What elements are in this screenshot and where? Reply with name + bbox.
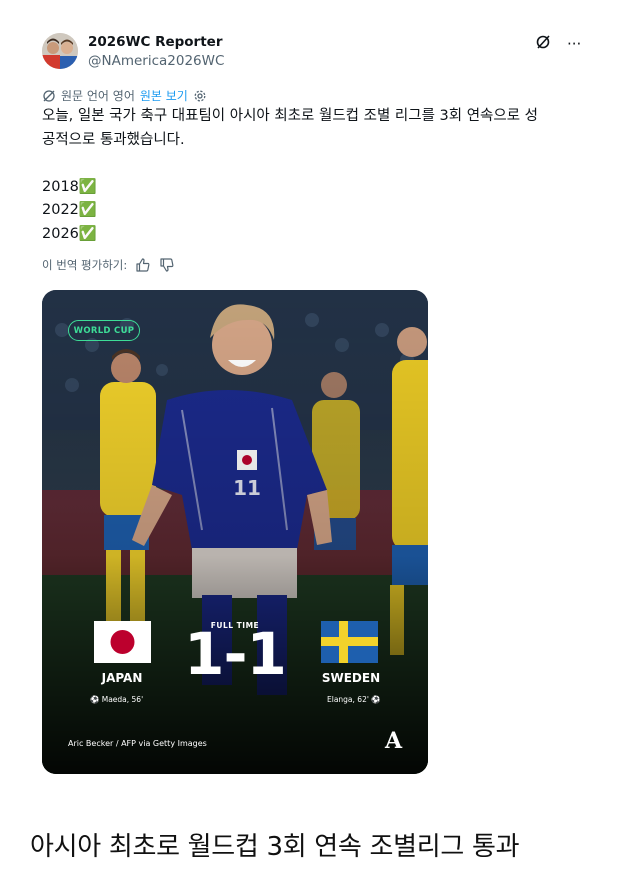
sweden-scorer: Elanga, 62' ⚽	[327, 695, 381, 704]
rate-translation: 이 번역 평가하기:	[42, 257, 175, 273]
translation-notice: 원문 언어 영어 원본 보기	[42, 87, 207, 104]
article-headline: 아시아 최초로 월드컵 3회 연속 조별리그 통과	[30, 832, 520, 862]
team-sweden-label: SWEDEN	[321, 671, 381, 685]
grok-icon[interactable]	[535, 34, 551, 53]
author-avatar[interactable]	[42, 33, 78, 69]
japan-scorer: ⚽ Maeda, 56'	[90, 695, 144, 704]
translation-note: 원문 언어 영어	[61, 89, 135, 103]
rate-translation-label: 이 번역 평가하기:	[42, 258, 128, 272]
avatar-image	[42, 33, 78, 69]
show-original-link[interactable]: 원본 보기	[140, 87, 188, 104]
tweet-media-image[interactable]: 11 WORLD CUP FULL TIME 1-1 JAP	[42, 290, 428, 774]
tweet-text: 오늘, 일본 국가 축구 대표팀이 아시아 최초로 월드컵 조별 리그를 3회 …	[42, 108, 539, 242]
sweden-scorer-text: Elanga, 62'	[327, 695, 369, 704]
thumbs-down-icon[interactable]	[159, 257, 175, 273]
japan-scorer-text: Maeda, 56'	[101, 695, 144, 704]
more-options-icon[interactable]: ···	[567, 36, 581, 52]
author-name[interactable]: 2026WC Reporter	[88, 34, 223, 50]
translate-icon	[42, 89, 56, 103]
photo-credit: Aric Becker / AFP via Getty Images	[68, 739, 207, 748]
author-handle[interactable]: @NAmerica2026WC	[88, 53, 224, 69]
world-cup-badge: WORLD CUP	[68, 320, 140, 341]
tweet-top-actions: ···	[535, 34, 581, 53]
thumbs-up-icon[interactable]	[135, 257, 151, 273]
athletic-logo: A	[385, 728, 403, 754]
team-japan-label: JAPAN	[101, 671, 143, 685]
settings-gear-icon[interactable]	[193, 89, 207, 103]
